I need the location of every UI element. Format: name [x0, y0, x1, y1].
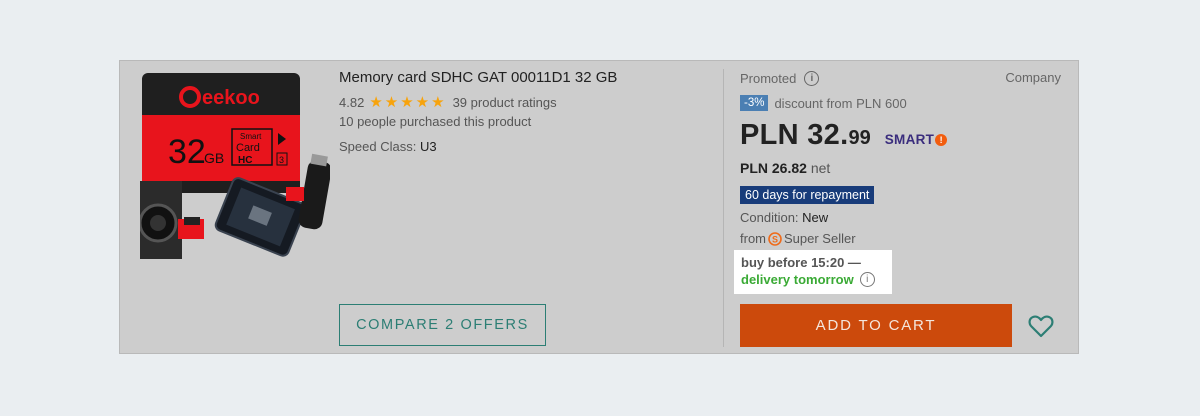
- net-price-label: net: [810, 160, 831, 176]
- info-icon[interactable]: i: [804, 71, 820, 86]
- ratings-count-link[interactable]: 39 product ratings: [453, 95, 557, 110]
- speed-class-value: U3: [419, 139, 437, 154]
- delivery-eta-row: delivery tomorrow i: [741, 271, 885, 288]
- super-seller-label[interactable]: Super Seller: [784, 231, 856, 246]
- star-icon: ★: [369, 94, 383, 111]
- promoted-label: Promoted i: [740, 71, 820, 86]
- card-unit-text: GB: [204, 150, 224, 166]
- card-brand-text: eekoo: [202, 87, 260, 109]
- price-main: PLN 32.: [740, 119, 849, 151]
- speed-class: Speed Class: U3: [339, 139, 437, 154]
- delivery-deadline: buy before 15:20 —: [741, 255, 861, 270]
- discount-row: -3% discount from PLN 600: [740, 95, 907, 111]
- rating-stars: ★ ★ ★ ★ ★: [369, 95, 446, 110]
- seller-from: from S Super Seller: [740, 231, 856, 246]
- compare-offers-button[interactable]: COMPARE 2 OFFERS: [339, 304, 546, 346]
- star-icon: ★: [384, 94, 399, 111]
- repayment-badge[interactable]: 60 days for repayment: [740, 186, 875, 204]
- add-to-cart-button[interactable]: ADD TO CART: [740, 304, 1012, 347]
- price-cents: 99: [848, 127, 871, 149]
- price: PLN 32. 99 SMART !: [740, 119, 948, 152]
- card-logo-line3: HC: [238, 155, 252, 166]
- info-icon[interactable]: i: [859, 272, 875, 287]
- discount-text: discount from PLN 600: [774, 95, 907, 111]
- star-icon: ★: [400, 94, 414, 111]
- column-divider: [723, 69, 724, 347]
- rating-value: 4.82: [339, 95, 365, 110]
- from-label: from: [740, 231, 766, 246]
- smart-badge: SMART !: [885, 132, 948, 147]
- super-seller-icon: S: [768, 231, 782, 246]
- delivery-eta: delivery tomorrow: [741, 272, 854, 287]
- condition: Condition: New: [740, 210, 828, 225]
- net-price: PLN 26.82 net: [740, 160, 830, 176]
- star-icon: ★: [415, 94, 430, 111]
- discount-badge: -3%: [740, 95, 769, 111]
- rating-row: 4.82 ★ ★ ★ ★ ★ 39 product ratings: [339, 95, 557, 110]
- speed-class-label: Speed Class:: [339, 139, 417, 154]
- promoted-text: Promoted: [740, 71, 797, 86]
- card-class-text: 3: [279, 155, 284, 165]
- net-price-value: PLN 26.82: [740, 160, 807, 176]
- svg-text:S: S: [772, 234, 778, 244]
- product-card: eekoo 32 GB Smart Card HC 3 Memory card …: [119, 60, 1079, 354]
- product-title[interactable]: Memory card SDHC GAT 00011D1 32 GB: [339, 69, 617, 86]
- seller-type: Company: [1005, 70, 1061, 85]
- heart-icon[interactable]: [1027, 312, 1055, 340]
- condition-label: Condition:: [740, 210, 799, 225]
- star-icon: ★: [431, 94, 445, 111]
- condition-value: New: [802, 210, 829, 225]
- delivery-info: buy before 15:20 — delivery tomorrow i: [734, 250, 892, 294]
- card-logo-line1: Smart: [240, 132, 262, 141]
- product-image[interactable]: eekoo 32 GB Smart Card HC 3: [140, 71, 330, 261]
- smart-icon: !: [935, 133, 948, 146]
- smart-label: SMART: [884, 132, 935, 147]
- card-capacity-text: 32: [168, 133, 206, 171]
- card-logo-line2: Card: [236, 142, 260, 154]
- purchased-count: 10 people purchased this product: [339, 114, 532, 129]
